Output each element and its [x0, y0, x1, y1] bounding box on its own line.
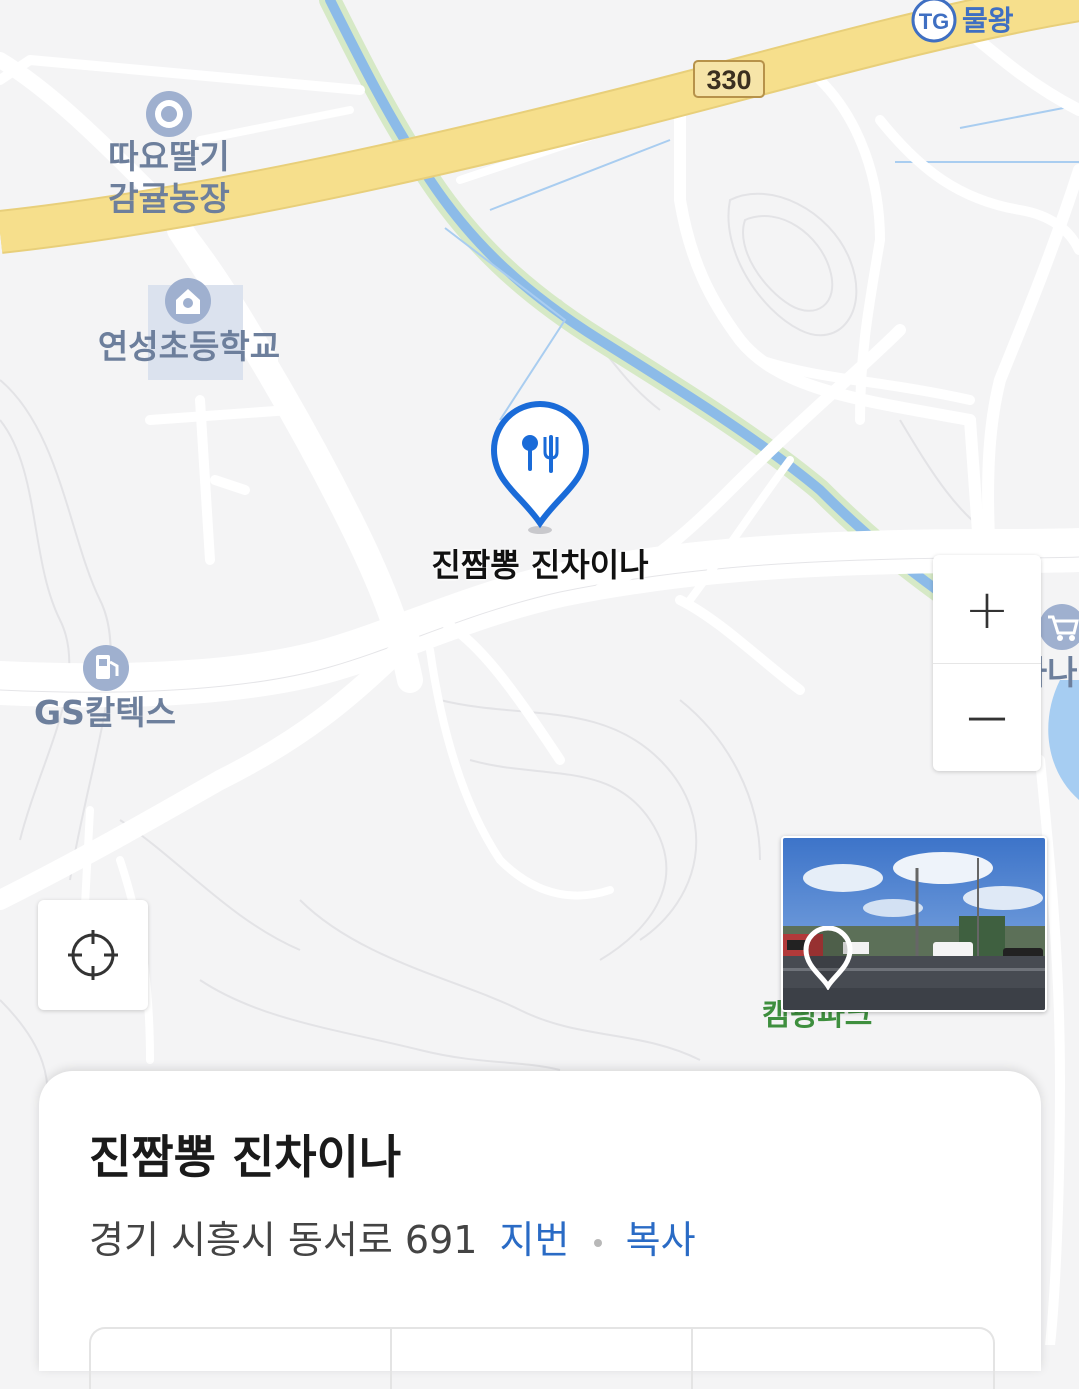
tollgate-icon: TG [919, 9, 950, 34]
farm-poi-label-line1: 따요딸기 [108, 137, 230, 176]
farm-poi-label-line2: 감귤농장 [108, 179, 230, 218]
copy-address-link[interactable]: 복사 [626, 1218, 696, 1262]
place-address: 경기 시흥시 동서로 691 [89, 1218, 478, 1262]
zoom-out-button[interactable]: — [933, 663, 1041, 771]
action-divider-2 [691, 1329, 693, 1389]
farm-poi-icon[interactable] [146, 91, 192, 137]
street-view-thumbnail[interactable] [781, 836, 1047, 1012]
gas-station-icon[interactable] [83, 645, 129, 691]
gas-station-label[interactable]: GS칼텍스 [30, 692, 180, 734]
separator-dot [593, 1238, 602, 1247]
crosshair-icon [68, 930, 118, 980]
tollgate-label[interactable]: 물왕 [962, 4, 1014, 37]
selected-place-label[interactable]: 진짬뽕 진차이나 [400, 540, 680, 586]
school-poi-label[interactable]: 연성초등학교 [88, 326, 290, 368]
current-location-button[interactable] [38, 900, 148, 1010]
action-divider-1 [390, 1329, 392, 1389]
highway-number-badge: 330 [706, 65, 751, 95]
action-button-row [89, 1327, 995, 1389]
lot-number-link[interactable]: 지번 [500, 1218, 570, 1262]
place-info-sheet: 진짬뽕 진차이나 경기 시흥시 동서로 691 지번 복사 [39, 1071, 1041, 1389]
plus-icon: + [964, 577, 1010, 641]
place-title: 진짬뽕 진차이나 [89, 1130, 402, 1184]
minus-icon: — [967, 694, 1007, 740]
school-icon[interactable] [165, 278, 211, 324]
zoom-control: + — [933, 555, 1041, 771]
zoom-in-button[interactable]: + [933, 555, 1041, 663]
place-address-row: 경기 시흥시 동서로 691 지번 복사 [89, 1209, 696, 1264]
street-view-pin-icon [803, 926, 853, 990]
farm-poi-label[interactable]: 따요딸기 감귤농장 [96, 136, 242, 220]
